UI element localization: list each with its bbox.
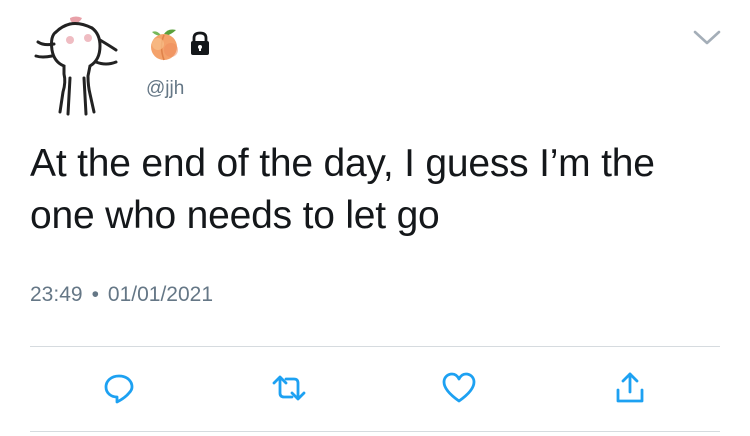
tweet-card: @jjh At the end of the day, I guess I’m …: [0, 0, 750, 436]
user-handle[interactable]: @jjh: [146, 78, 184, 100]
like-button[interactable]: [441, 370, 477, 406]
lock-icon: [188, 31, 212, 62]
tweet-date: 01/01/2021: [107, 283, 214, 306]
tweet-text: At the end of the day, I guess I’m the o…: [30, 142, 655, 237]
like-icon: [441, 370, 477, 406]
stick-figure-avatar-icon: [34, 16, 118, 116]
display-name[interactable]: [146, 27, 212, 65]
reply-button[interactable]: [101, 370, 137, 406]
tweet-time: 23:49: [30, 283, 83, 306]
reply-icon: [101, 370, 137, 406]
peach-emoji-icon: [146, 26, 182, 67]
share-icon: [612, 370, 648, 406]
retweet-icon: [271, 370, 307, 406]
meta-separator: •: [91, 283, 99, 306]
retweet-button[interactable]: [271, 370, 307, 406]
divider-bottom: [30, 431, 720, 432]
divider: [30, 346, 720, 347]
share-button[interactable]: [612, 370, 648, 406]
avatar[interactable]: [30, 16, 122, 116]
tweet-timestamp[interactable]: 23:49 • 01/01/2021: [30, 283, 213, 307]
chevron-down-icon[interactable]: [692, 26, 722, 48]
